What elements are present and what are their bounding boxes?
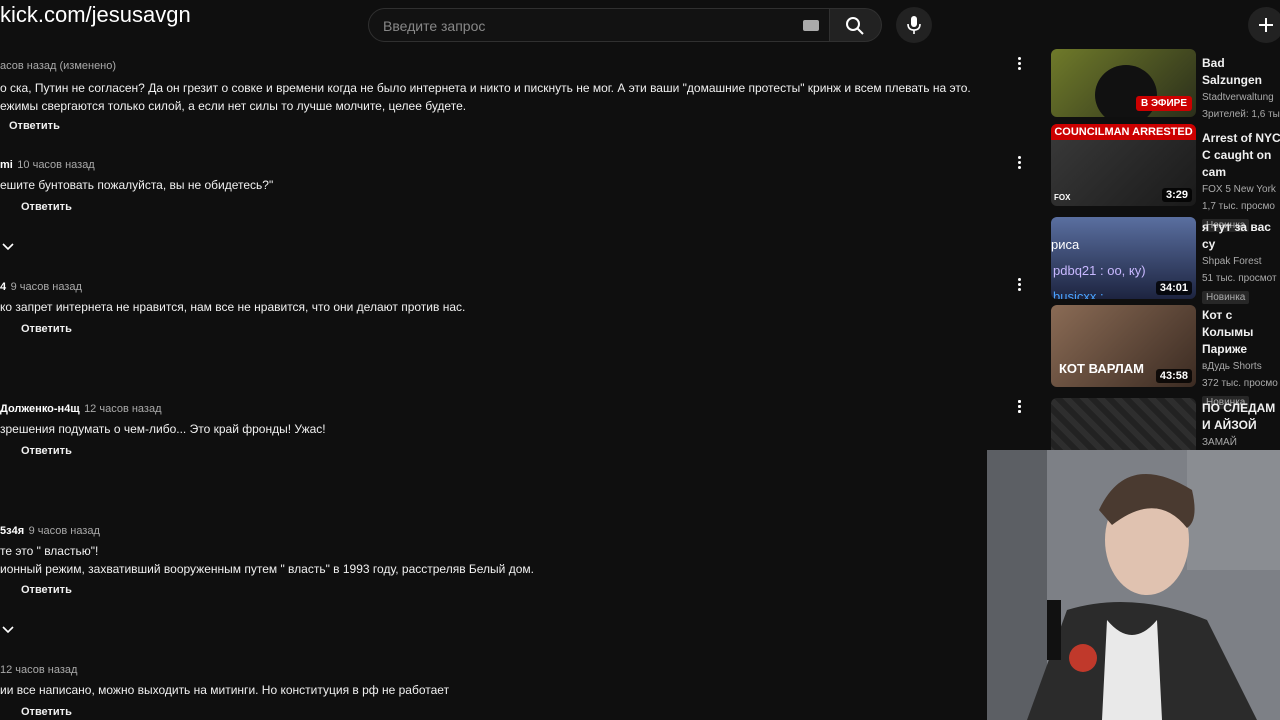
view-count: 1,7 тыс. просмо: [1202, 201, 1275, 212]
channel-name[interactable]: FOX 5 New York: [1202, 181, 1280, 198]
comment-time[interactable]: 9 часов назад: [11, 281, 82, 293]
comment-text: ко запрет интернета не нравится, нам все…: [0, 300, 466, 314]
reply-button[interactable]: Ответить: [21, 445, 72, 457]
comment-text: ии все написано, можно выходить на митин…: [0, 683, 450, 697]
comment-text: ионный режим, захвативший вооруженным пу…: [0, 562, 534, 576]
thumbnail-chat-line: pdbq21 : оо, ку): [1053, 263, 1146, 278]
comment-item: Долженко-н4щ 12 часов назад зрешения под…: [0, 399, 326, 438]
chevron-down-icon[interactable]: [2, 624, 14, 636]
reply-button[interactable]: Ответить: [9, 120, 60, 132]
comment-author[interactable]: 4: [0, 281, 6, 293]
chevron-down-icon[interactable]: [2, 241, 14, 253]
comment-text: те это " властью"!: [0, 544, 99, 558]
more-options-icon[interactable]: [1016, 400, 1024, 415]
search-icon: [846, 17, 864, 35]
comment-author[interactable]: mi: [0, 159, 13, 171]
video-title[interactable]: ПО СЛЕДАМ И АЙЗОЙ: [1202, 400, 1280, 434]
thumbnail-chat-line: риса: [1051, 237, 1080, 252]
streamer-webcam: [987, 450, 1280, 720]
comment-text: ешите бунтовать пожалуйста, вы не обидет…: [0, 178, 274, 192]
recommendation-item[interactable]: COUNCILMAN ARRESTED FOX 3:29 Arrest of N…: [1051, 124, 1280, 232]
comment-time[interactable]: 10 часов назад: [17, 159, 94, 171]
search-button[interactable]: [830, 8, 882, 42]
microphone-icon: [907, 16, 921, 34]
recommendation-item[interactable]: В ЭФИРЕ Bad Salzungen Stadtverwaltung Зр…: [1051, 49, 1280, 120]
recommendation-item[interactable]: риса pdbq21 : оо, ку) busicxx : 34:01 я …: [1051, 217, 1280, 304]
comment-time[interactable]: 9 часов назад: [29, 525, 100, 537]
comment-author[interactable]: 5з4я: [0, 525, 24, 537]
comment-text: ежимы свергаются только силой, а если не…: [0, 99, 467, 113]
view-count: 51 тыс. просмот: [1202, 273, 1277, 284]
comment-author[interactable]: Долженко-н4щ: [0, 403, 80, 415]
reply-button[interactable]: Ответить: [21, 201, 72, 213]
more-options-icon[interactable]: [1016, 278, 1024, 293]
comment-item: 5з4я 9 часов назад те это " властью"! ио…: [0, 521, 534, 578]
recommendation-item[interactable]: ПО СЛЕДАМ И АЙЗОЙ ЗАМАЙ: [1051, 398, 1280, 450]
thumbnail-caption: КОТ ВАРЛАМ: [1059, 361, 1144, 376]
channel-name[interactable]: Stadtverwaltung: [1202, 89, 1280, 106]
comment-text: зрешения подумать о чем-либо... Это край…: [0, 422, 326, 436]
more-options-icon[interactable]: [1016, 57, 1024, 72]
video-thumbnail[interactable]: [1051, 398, 1196, 450]
more-options-icon[interactable]: [1016, 156, 1024, 171]
comment-time[interactable]: 12 часов назад: [0, 664, 77, 676]
comment-item: 12 часов назад ии все написано, можно вы…: [0, 660, 449, 699]
channel-name[interactable]: ЗАМАЙ: [1202, 434, 1280, 450]
video-thumbnail[interactable]: В ЭФИРЕ: [1051, 49, 1196, 117]
reply-button[interactable]: Ответить: [21, 706, 72, 718]
voice-search-button[interactable]: [896, 7, 932, 43]
comment-item: mi 10 часов назад ешите бунтовать пожалу…: [0, 155, 273, 194]
video-title[interactable]: Arrest of NYC C caught on cam: [1202, 130, 1280, 181]
recommendation-item[interactable]: КОТ ВАРЛАМ 43:58 Кот с Колымы Париже вДу…: [1051, 305, 1280, 409]
new-badge: Новинка: [1202, 291, 1250, 304]
webcam-scene: [987, 450, 1280, 720]
comment-item: 4 9 часов назад ко запрет интернета не н…: [0, 277, 465, 316]
reply-button[interactable]: Ответить: [21, 323, 72, 335]
live-badge: В ЭФИРЕ: [1135, 96, 1192, 111]
keyboard-icon[interactable]: [803, 20, 819, 31]
video-thumbnail[interactable]: COUNCILMAN ARRESTED FOX 3:29: [1051, 124, 1196, 206]
video-thumbnail[interactable]: КОТ ВАРЛАМ 43:58: [1051, 305, 1196, 387]
stream-url-overlay: kick.com/jesusavgn: [0, 2, 191, 27]
plus-icon: [1259, 18, 1273, 32]
video-duration: 34:01: [1155, 281, 1192, 295]
channel-name[interactable]: вДудь Shorts: [1202, 358, 1280, 375]
video-title[interactable]: Кот с Колымы Париже: [1202, 307, 1280, 358]
video-title[interactable]: Bad Salzungen: [1202, 55, 1280, 89]
view-count: 372 тыс. просмо: [1202, 378, 1278, 389]
create-button[interactable]: [1248, 7, 1280, 43]
reply-button[interactable]: Ответить: [21, 584, 72, 596]
view-count: Зрителей: 1,6 ты: [1202, 109, 1280, 120]
video-title[interactable]: я тут за вас су: [1202, 219, 1280, 253]
video-duration: 43:58: [1155, 369, 1192, 383]
thumbnail-chat-line: busicxx :: [1053, 289, 1104, 299]
comment-time[interactable]: асов назад (изменено): [0, 60, 116, 72]
comment-time[interactable]: 12 часов назад: [84, 403, 161, 415]
comment-text: о ска, Путин не согласен? Да он грезит о…: [0, 81, 971, 95]
video-duration: 3:29: [1161, 188, 1192, 202]
channel-name[interactable]: Shpak Forest: [1202, 253, 1280, 270]
comment-item: асов назад (изменено) о ска, Путин не со…: [0, 56, 971, 115]
fox-logo: FOX: [1054, 193, 1071, 202]
search-input[interactable]: Введите запрос: [368, 8, 830, 42]
video-thumbnail[interactable]: риса pdbq21 : оо, ку) busicxx : 34:01: [1051, 217, 1196, 299]
search-placeholder: Введите запрос: [383, 18, 486, 34]
thumbnail-caption: COUNCILMAN ARRESTED: [1051, 124, 1196, 140]
